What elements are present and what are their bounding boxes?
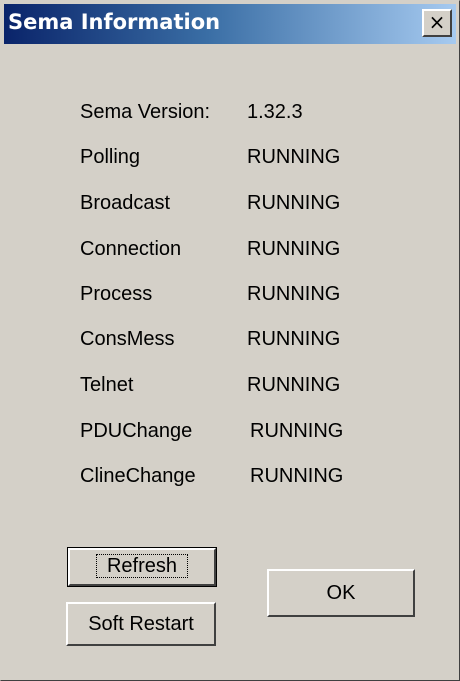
info-row-pduchange: PDUChange RUNNING [1,420,460,450]
info-row-clinechange: ClineChange RUNNING [1,465,460,495]
title-bar[interactable]: Sema Information × [4,4,456,44]
soft-restart-button-label: Soft Restart [88,613,194,635]
service-status-process: RUNNING [247,283,341,305]
service-status-connection: RUNNING [247,238,341,260]
service-status-pduchange: RUNNING [250,420,344,442]
info-row-consmess: ConsMess RUNNING [1,328,460,358]
info-row-broadcast: Broadcast RUNNING [1,192,460,222]
window-title: Sema Information [8,10,221,34]
service-status-telnet: RUNNING [247,374,341,396]
sema-information-dialog: Sema Information × Sema Version: 1.32.3 … [0,0,460,681]
refresh-button[interactable]: Refresh [67,547,217,587]
service-label-telnet: Telnet [80,374,134,396]
service-label-connection: Connection [80,238,182,260]
service-label-broadcast: Broadcast [80,192,171,214]
close-button[interactable]: × [422,9,452,37]
version-value: 1.32.3 [247,101,303,123]
service-label-consmess: ConsMess [80,328,175,350]
ok-button[interactable]: OK [267,569,415,617]
service-status-consmess: RUNNING [247,328,341,350]
ok-button-label: OK [326,582,356,604]
soft-restart-button[interactable]: Soft Restart [66,602,216,646]
info-row-version: Sema Version: 1.32.3 [1,101,460,131]
service-label-process: Process [80,283,153,305]
service-status-broadcast: RUNNING [247,192,341,214]
info-row-process: Process RUNNING [1,283,460,313]
info-row-telnet: Telnet RUNNING [1,374,460,404]
refresh-button-label: Refresh [95,554,189,578]
service-label-clinechange: ClineChange [80,465,196,487]
service-label-pduchange: PDUChange [80,420,193,442]
service-status-polling: RUNNING [247,146,341,168]
service-label-polling: Polling [80,146,141,168]
service-status-clinechange: RUNNING [250,465,344,487]
version-label: Sema Version: [80,101,211,123]
info-row-connection: Connection RUNNING [1,238,460,268]
info-row-polling: Polling RUNNING [1,146,460,176]
close-icon: × [428,10,446,34]
